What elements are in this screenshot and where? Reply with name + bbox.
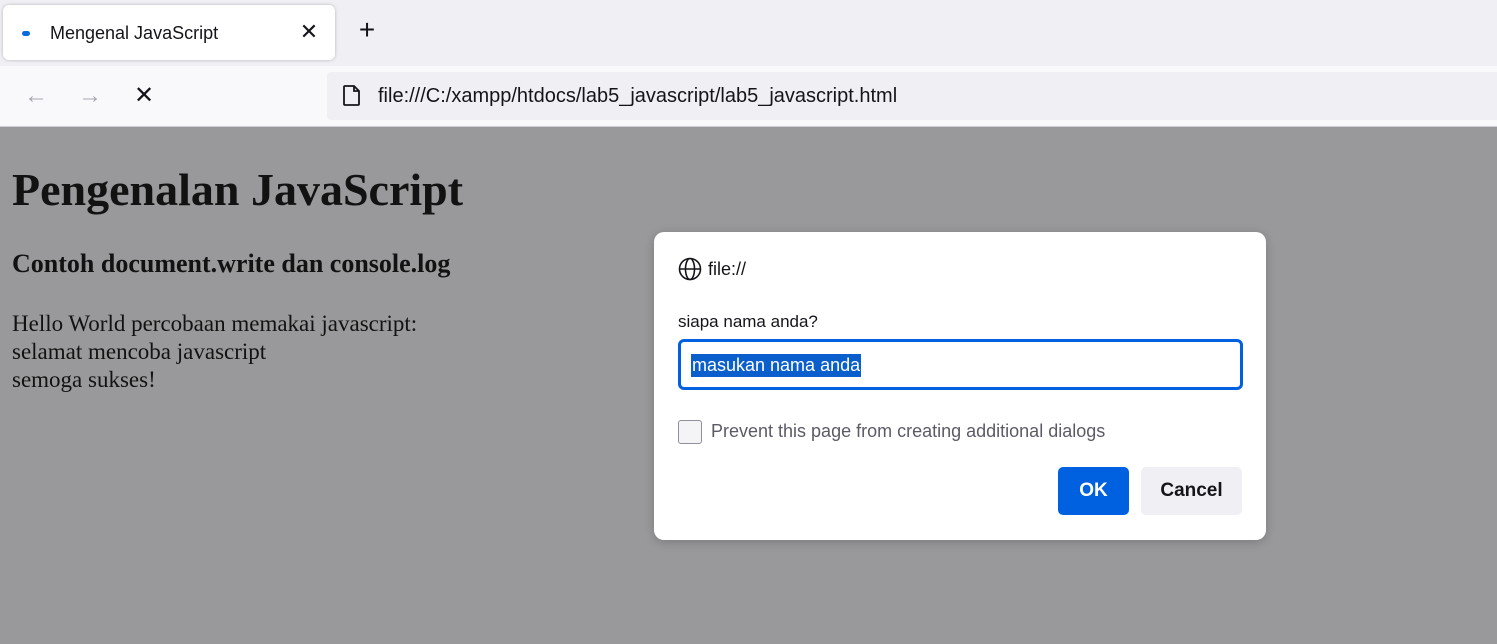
body-line: semoga sukses!	[12, 367, 156, 392]
tab-strip: Mengenal JavaScript ✕ +	[0, 0, 1497, 66]
prevent-dialogs-label[interactable]: Prevent this page from creating addition…	[711, 421, 1105, 442]
dialog-origin: file://	[708, 259, 747, 279]
page-body-text: Hello World percobaan memakai javascript…	[12, 310, 417, 394]
tab-close-icon[interactable]: ✕	[299, 21, 319, 43]
prompt-input[interactable]: masukan nama anda	[678, 339, 1243, 390]
prompt-input-value[interactable]: masukan nama anda	[691, 354, 862, 377]
new-tab-button[interactable]: +	[352, 16, 382, 46]
tab-active[interactable]: Mengenal JavaScript ✕	[3, 5, 335, 60]
tab-title: Mengenal JavaScript	[50, 23, 219, 43]
ok-button[interactable]: OK	[1058, 467, 1129, 515]
prevent-dialogs-checkbox[interactable]	[678, 420, 702, 444]
loading-indicator-icon	[22, 31, 30, 36]
prompt-dialog: file:// siapa nama anda? masukan nama an…	[654, 232, 1266, 540]
dialog-message: siapa nama anda?	[678, 312, 818, 331]
body-line: Hello World percobaan memakai javascript…	[12, 311, 418, 336]
url-bar[interactable]: file:///C:/xampp/htdocs/lab5_javascript/…	[327, 72, 1497, 120]
page-subheading: Contoh document.write dan console.log	[12, 249, 451, 278]
globe-icon	[678, 257, 702, 281]
body-line: selamat mencoba javascript	[12, 339, 267, 364]
stop-button[interactable]: ✕	[129, 82, 159, 112]
back-button[interactable]: ←	[21, 82, 51, 112]
cancel-button[interactable]: Cancel	[1141, 467, 1242, 515]
page-icon	[343, 85, 360, 106]
page-heading: Pengenalan JavaScript	[12, 164, 464, 215]
forward-button[interactable]: →	[75, 82, 105, 112]
url-text[interactable]: file:///C:/xampp/htdocs/lab5_javascript/…	[378, 85, 897, 108]
navigation-bar: ← → ✕ file:///C:/xampp/htdocs/lab5_javas…	[0, 66, 1497, 127]
